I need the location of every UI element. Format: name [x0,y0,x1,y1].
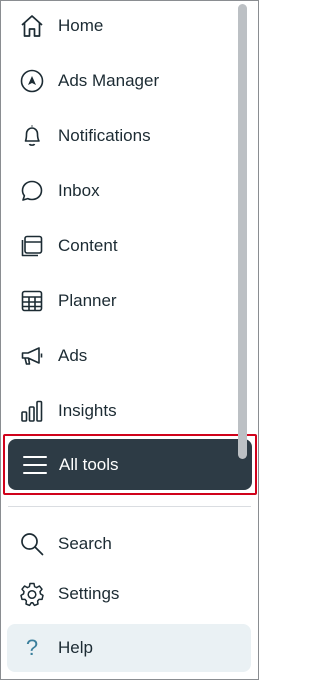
nav-item-ads-manager[interactable]: Ads Manager [7,59,251,103]
nav-item-help[interactable]: ? Help [7,624,251,672]
nav-item-label: Notifications [58,126,151,145]
bar-chart-icon [18,397,46,425]
nav-item-label: Planner [58,291,117,310]
search-icon [18,530,46,558]
bell-icon [18,122,46,150]
nav-item-search[interactable]: Search [7,522,251,566]
home-icon [18,12,46,40]
nav-item-label: Ads Manager [58,71,160,90]
nav-item-notifications[interactable]: Notifications [7,114,251,158]
content-icon [18,232,46,260]
chat-bubble-icon [18,177,46,205]
nav-item-ads[interactable]: Ads [7,334,251,378]
nav-item-home[interactable]: Home [7,4,251,48]
nav-item-label: Content [58,236,118,255]
scrollbar-thumb[interactable] [238,4,247,459]
megaphone-icon [18,342,46,370]
nav-item-insights[interactable]: Insights [7,389,251,433]
nav-item-label: Help [58,638,93,657]
menu-icon [22,453,48,477]
nav-item-label: Insights [58,401,117,420]
ads-manager-icon [18,67,46,95]
nav-item-settings[interactable]: Settings [7,572,251,616]
nav-item-label: Settings [58,584,120,603]
nav-item-planner[interactable]: Planner [7,279,251,323]
nav-item-label: Ads [58,346,88,365]
nav-item-label: Inbox [58,181,100,200]
gear-icon [18,580,46,608]
nav-item-content[interactable]: Content [7,224,251,268]
nav-item-label: Home [58,16,104,35]
all-tools-label: All tools [59,454,119,474]
calendar-grid-icon [18,287,46,315]
navigation-panel: Home Ads Manager Notifications Inbox Con… [0,0,259,680]
divider [8,506,251,507]
all-tools-button[interactable]: All tools [8,439,252,490]
nav-item-label: Search [58,534,112,553]
question-icon: ? [25,635,39,660]
nav-item-inbox[interactable]: Inbox [7,169,251,213]
